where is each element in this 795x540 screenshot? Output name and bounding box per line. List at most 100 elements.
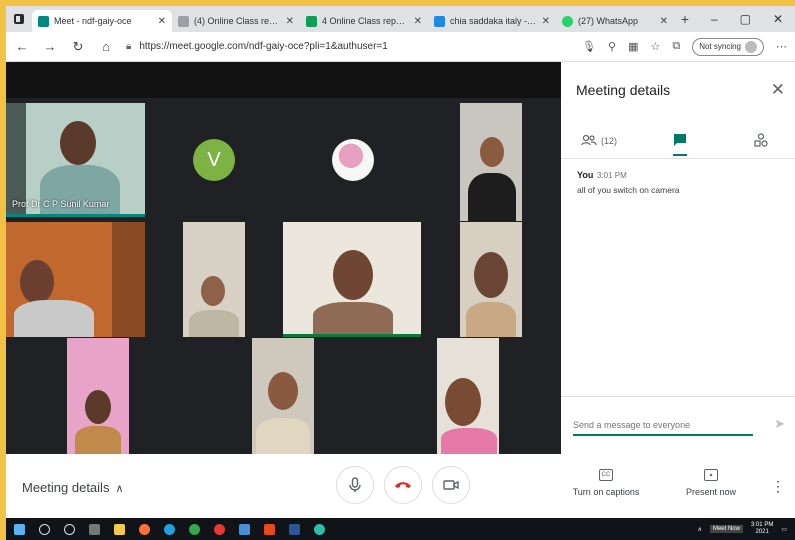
chat-icon [673, 133, 687, 149]
notification-icon[interactable]: ▭ [781, 526, 787, 533]
profile-sync-button[interactable]: Not syncing [692, 37, 764, 56]
bing-icon [434, 15, 445, 27]
file-explorer-icon[interactable] [114, 523, 125, 535]
opera-icon[interactable] [214, 523, 225, 535]
participant-tile-active-speaker[interactable] [283, 222, 421, 337]
refresh-icon[interactable]: ↻ [70, 39, 86, 55]
participant-tile[interactable] [183, 222, 245, 337]
captions-label: Turn on captions [572, 487, 640, 497]
active-tab-indicator [673, 154, 687, 156]
tab-whatsapp[interactable]: (27) WhatsApp ✕ [556, 10, 674, 32]
word-icon[interactable] [289, 523, 300, 535]
end-call-icon [395, 482, 411, 488]
meet-icon [38, 15, 49, 27]
home-icon[interactable]: ⌂ [98, 39, 114, 54]
browser-tab-bar: Meet - ndf-gaiy-oce ✕ (4) Online Class r… [6, 6, 795, 32]
edge-dev-icon[interactable] [314, 523, 325, 535]
participant-tile[interactable] [6, 222, 145, 337]
meet-now-tooltip: Meet Now [709, 525, 743, 533]
divider [561, 396, 795, 397]
more-menu-icon[interactable]: ⋯ [776, 40, 787, 53]
maximize-button[interactable]: ▢ [740, 12, 751, 26]
meeting-details-panel: Meeting details ✕ (12) You 3:01 PM all o… [561, 62, 795, 454]
present-now-button[interactable]: ▴ Present now [671, 468, 751, 497]
camera-toggle-button[interactable] [432, 466, 470, 504]
close-tab-icon[interactable]: ✕ [542, 16, 550, 27]
chat-message-text: all of you switch on camera [577, 185, 680, 195]
tab-label: (27) WhatsApp [578, 16, 639, 26]
participant-tile[interactable] [437, 338, 499, 454]
favorites-star-icon[interactable]: ☆ [650, 40, 660, 53]
windows-start-icon[interactable] [14, 523, 25, 535]
minimize-button[interactable]: – [711, 12, 718, 26]
window-controls: – ▢ ✕ [711, 12, 795, 26]
close-tab-icon[interactable]: ✕ [660, 16, 668, 27]
close-tab-icon[interactable]: ✕ [414, 16, 422, 27]
participant-face [333, 250, 373, 300]
search-icon[interactable] [39, 523, 50, 535]
task-view-icon[interactable] [89, 523, 100, 535]
office-icon[interactable] [264, 523, 275, 535]
tab-label: chia saddaka italy - Bing [450, 16, 537, 26]
participant-body [468, 173, 516, 221]
tab-activities[interactable] [754, 126, 768, 156]
participant-body [441, 428, 497, 454]
participant-face [20, 260, 54, 304]
panel-title: Meeting details [576, 82, 671, 98]
clock[interactable]: 3:01 PM 2021 [751, 522, 773, 535]
leave-call-button[interactable] [384, 466, 422, 504]
participant-avatar-v[interactable]: V [193, 139, 235, 181]
present-icon: ▴ [704, 469, 718, 481]
close-tab-icon[interactable]: ✕ [158, 16, 166, 27]
url-field[interactable]: 🔒︎ https://meet.google.com/ndf-gaiy-oce?… [126, 36, 570, 58]
participant-body [75, 426, 121, 454]
chat-message-input[interactable] [573, 416, 753, 436]
tab-online-class-report[interactable]: (4) Online Class report - tem ✕ [172, 10, 300, 32]
browser-app-icon[interactable] [6, 6, 32, 32]
collections-icon[interactable]: ⧉ [672, 40, 680, 53]
meeting-details-toggle[interactable]: Meeting details ∧ [22, 480, 124, 495]
tab-people[interactable]: (12) [581, 126, 617, 156]
tab-chat[interactable] [673, 126, 687, 156]
cortana-icon[interactable] [64, 523, 75, 535]
people-count: (12) [601, 136, 618, 146]
tab-meet[interactable]: Meet - ndf-gaiy-oce ✕ [32, 10, 172, 32]
participant-tile[interactable] [252, 338, 314, 454]
people-icon [581, 134, 597, 148]
close-icon[interactable]: ✕ [771, 80, 785, 100]
chrome-icon[interactable] [189, 523, 200, 535]
participant-tile-presenter[interactable]: Prof Dr C P Sunil Kumar [6, 103, 145, 217]
participant-tile[interactable] [460, 222, 522, 337]
lock-icon: 🔒︎ [126, 41, 132, 52]
screenshot-frame: Meet - ndf-gaiy-oce ✕ (4) Online Class r… [6, 6, 795, 540]
chevron-up-icon[interactable]: ∧ [698, 526, 702, 533]
zoom-icon[interactable]: ⚲ [608, 40, 616, 53]
participant-body [14, 300, 94, 337]
participant-avatar-picture[interactable] [332, 139, 374, 181]
new-tab-button[interactable]: + [674, 11, 696, 27]
captions-button[interactable]: CC Turn on captions [566, 468, 646, 497]
participant-tile[interactable] [460, 103, 522, 221]
profile-avatar [745, 40, 757, 53]
message-author-name: You [577, 170, 594, 180]
forward-icon[interactable]: → [42, 39, 58, 54]
edge-icon[interactable] [164, 523, 175, 535]
participant-tile[interactable] [67, 338, 129, 454]
close-tab-icon[interactable]: ✕ [286, 16, 294, 27]
microphone-icon[interactable]: 🎙︎ [582, 40, 596, 53]
back-icon[interactable]: ← [14, 39, 30, 54]
more-options-icon[interactable]: ⋮ [771, 478, 785, 495]
participant-face [445, 378, 481, 426]
tab-online-class-report-sheets[interactable]: 4 Online Class report - Goog ✕ [300, 10, 428, 32]
participant-face [480, 137, 504, 167]
firefox-icon[interactable] [139, 523, 150, 535]
microphone-toggle-button[interactable] [336, 466, 374, 504]
sheets-icon [306, 15, 317, 27]
send-icon[interactable]: ➤ [774, 416, 785, 432]
tab-bing[interactable]: chia saddaka italy - Bing ✕ [428, 10, 556, 32]
tab-label: (4) Online Class report - tem [194, 16, 281, 26]
store-icon[interactable] [239, 523, 250, 535]
activities-icon [754, 133, 768, 149]
extension-icon[interactable]: ▦ [628, 40, 638, 53]
close-window-button[interactable]: ✕ [773, 12, 783, 26]
